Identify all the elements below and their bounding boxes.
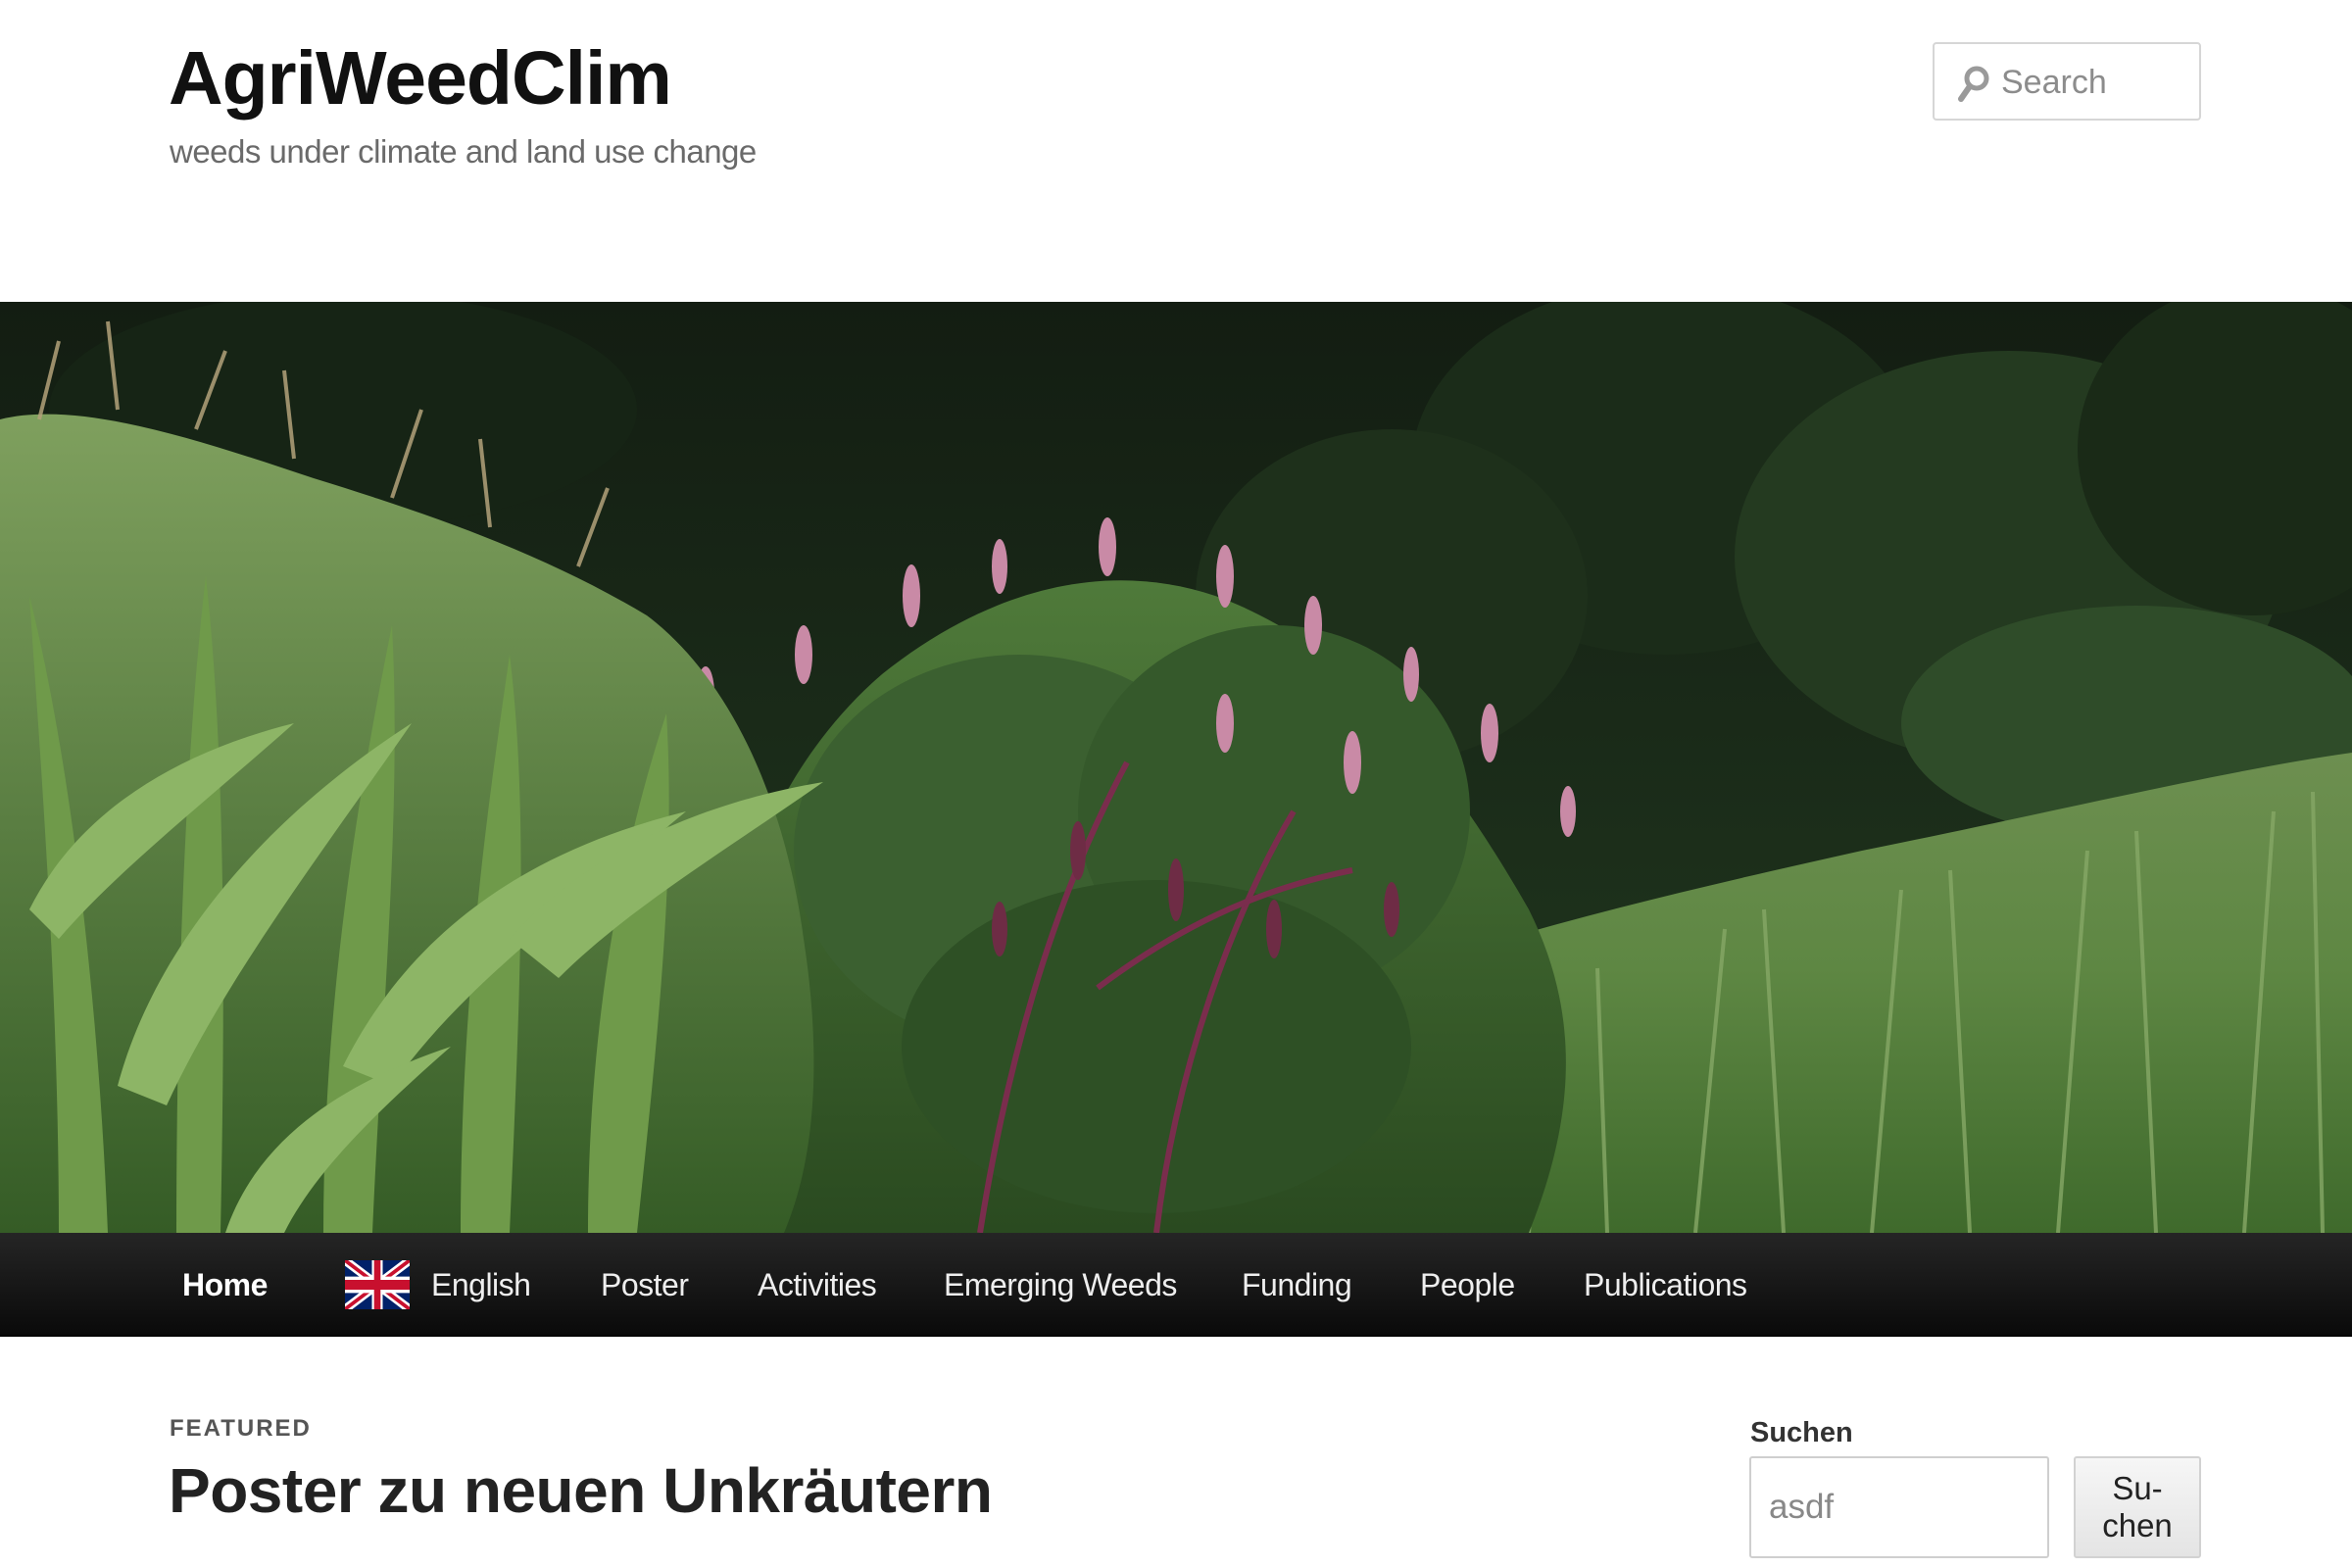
- header-search-input[interactable]: [2001, 58, 2187, 107]
- nav-item-english-label: English: [431, 1267, 531, 1302]
- nav-item-activities[interactable]: Activities: [758, 1233, 877, 1337]
- uk-flag-icon: [345, 1259, 410, 1309]
- nav-item-poster[interactable]: Poster: [601, 1233, 689, 1337]
- search-widget-button[interactable]: Su- chen: [2074, 1456, 2201, 1558]
- featured-label: FEATURED: [170, 1415, 312, 1442]
- site-header: AgriWeedClim weeds under climate and lan…: [0, 0, 2352, 302]
- search-widget-title: Suchen: [1750, 1417, 1853, 1448]
- nav-item-english[interactable]: English: [345, 1233, 531, 1337]
- nav-item-funding[interactable]: Funding: [1242, 1233, 1352, 1337]
- nav-item-emerging-weeds[interactable]: Emerging Weeds: [944, 1233, 1177, 1337]
- header-search-box[interactable]: [1933, 42, 2201, 121]
- post-title[interactable]: Poster zu neuen Unkräutern: [169, 1454, 993, 1527]
- hero-photo: [0, 302, 2352, 1233]
- nav-item-publications[interactable]: Publications: [1584, 1233, 1747, 1337]
- nav-item-people[interactable]: People: [1420, 1233, 1515, 1337]
- site-title[interactable]: AgriWeedClim: [169, 37, 672, 121]
- site-tagline: weeds under climate and land use change: [170, 133, 757, 170]
- search-icon: [1958, 66, 1989, 102]
- search-widget-input[interactable]: [1749, 1456, 2049, 1558]
- nav-item-home[interactable]: Home: [182, 1233, 268, 1337]
- main-nav: Home English Poster Activities Emerging …: [0, 1233, 2352, 1337]
